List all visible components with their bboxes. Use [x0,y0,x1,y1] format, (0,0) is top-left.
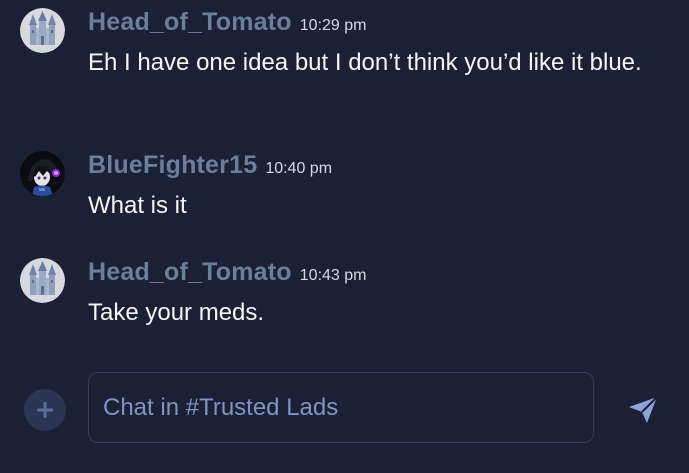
message-header: Head_of_Tomato 10:43 pm [88,258,366,290]
add-attachment-button[interactable] [24,389,66,431]
author-name[interactable]: BlueFighter15 [88,151,257,180]
chat-input-container [88,372,594,443]
plus-icon [37,402,53,418]
castle-avatar-icon[interactable] [20,258,65,303]
castle-avatar-icon[interactable] [20,8,65,53]
message-header: Head_of_Tomato 10:29 pm [88,8,366,40]
chat-screen: Head_of_Tomato 10:29 pm Eh I have one id… [0,0,689,473]
author-name[interactable]: Head_of_Tomato [88,258,292,287]
message-text: Eh I have one idea but I don’t think you… [88,49,642,76]
message-item: Head_of_Tomato 10:43 pm Take your meds. [0,258,689,338]
send-button[interactable] [624,392,662,428]
chat-input[interactable] [89,373,593,442]
message-header: BlueFighter15 10:40 pm [88,151,332,183]
character-avatar-icon[interactable] [20,151,65,196]
message-text: What is it [88,192,187,219]
message-item: BlueFighter15 10:40 pm What is it [0,151,689,231]
author-name[interactable]: Head_of_Tomato [88,8,292,37]
message-timestamp: 10:43 pm [299,267,367,284]
message-timestamp: 10:29 pm [299,17,367,34]
message-timestamp: 10:40 pm [265,160,333,177]
paper-plane-icon [629,396,658,423]
message-composer [0,372,689,446]
message-text: Take your meds. [88,299,265,326]
message-item: Head_of_Tomato 10:29 pm Eh I have one id… [0,8,689,118]
